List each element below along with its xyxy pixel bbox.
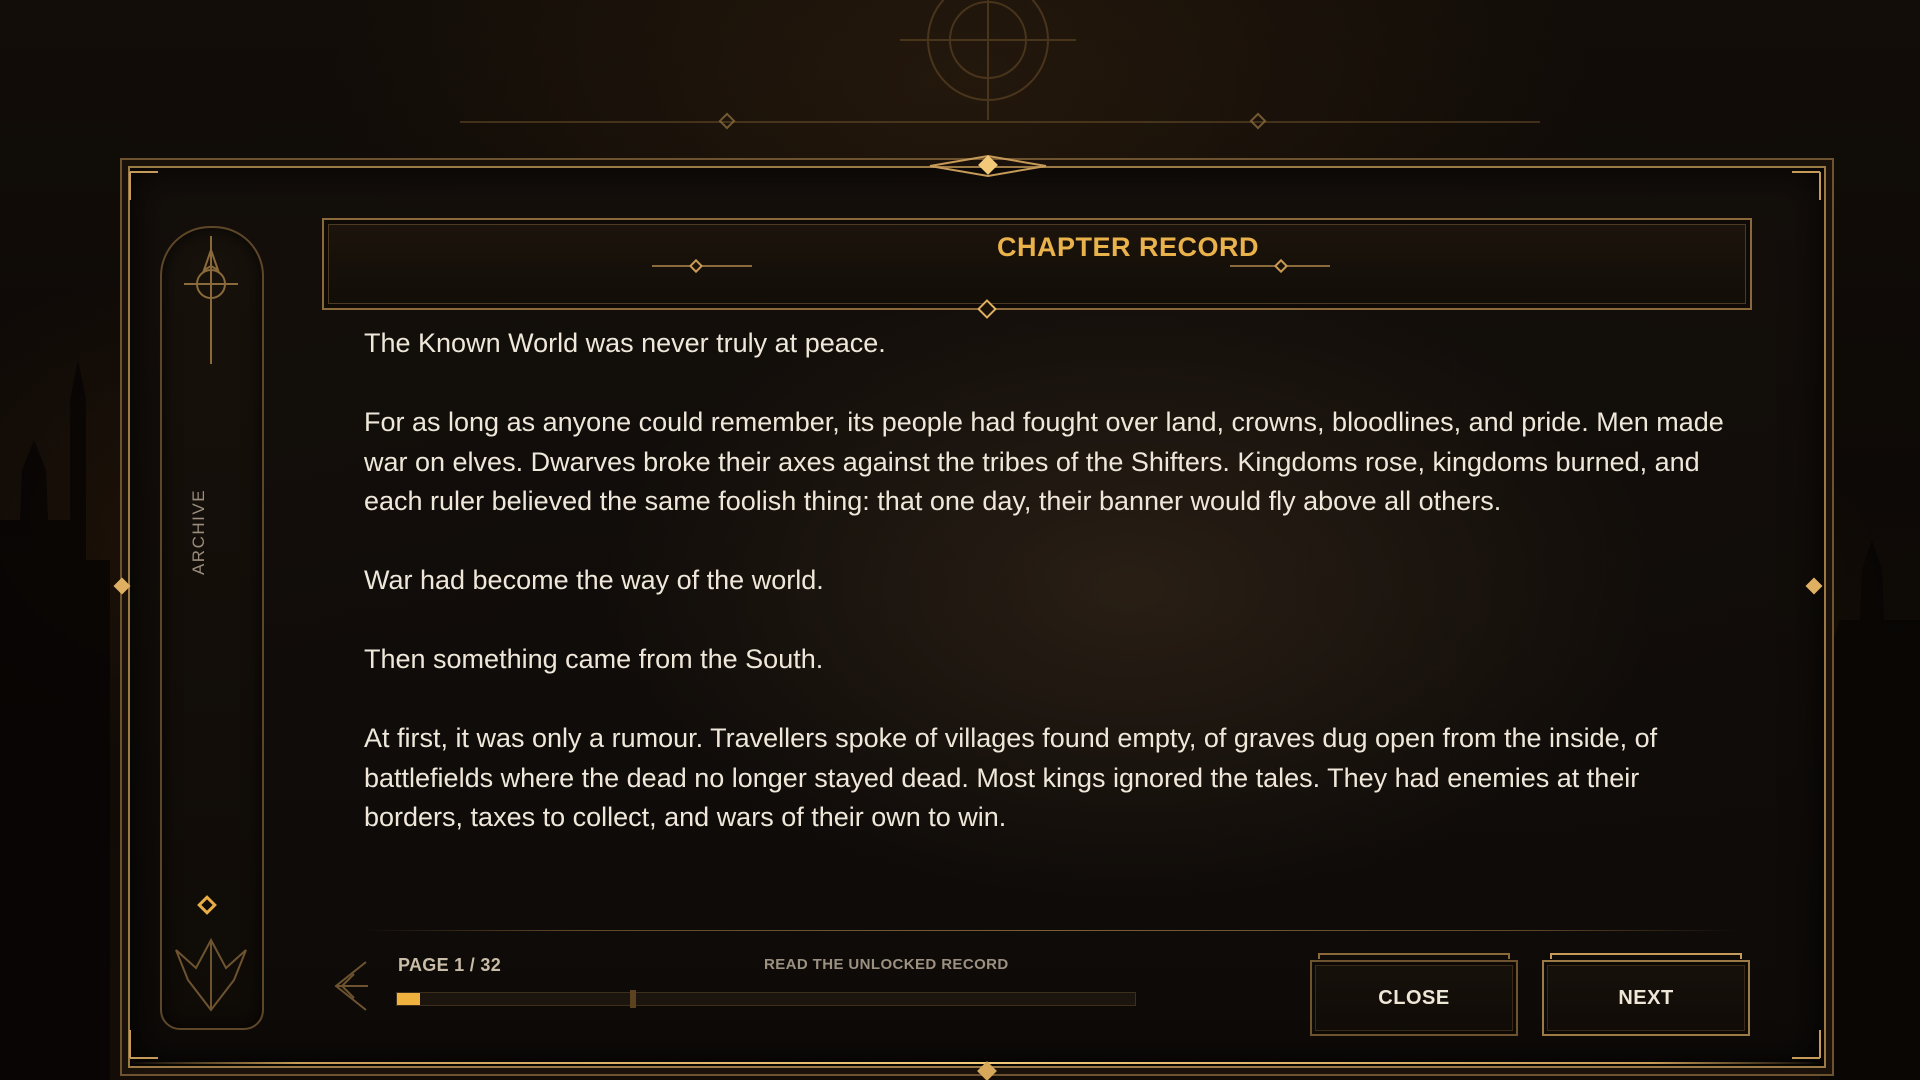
close-button[interactable]: CLOSE [1310, 960, 1518, 1036]
record-paragraph: War had become the way of the world. [364, 565, 824, 595]
footer-divider [360, 930, 1740, 931]
next-button-cap [1550, 953, 1742, 959]
page-indicator: PAGE 1 / 32 [398, 955, 502, 975]
record-paragraph: At first, it was only a rumour. Travelle… [364, 723, 1658, 832]
reading-progress-fill [397, 993, 420, 1005]
record-text: The Known World was never truly at peace… [364, 324, 1734, 877]
record-paragraph: The Known World was never truly at peace… [364, 328, 886, 358]
close-button-cap [1318, 953, 1510, 959]
reading-progress-bar [396, 992, 1136, 1006]
record-hint: READ THE UNLOCKED RECORD [764, 956, 1009, 973]
record-paragraph: Then something came from the South. [364, 644, 824, 674]
compass-cross-icon [184, 236, 238, 364]
archive-label: ARCHIVE [189, 488, 208, 576]
ornate-arrow-icon [334, 961, 368, 1011]
record-paragraph: For as long as anyone could remember, it… [364, 407, 1724, 516]
winged-emblem-icon [175, 937, 247, 1012]
chapter-title: CHAPTER RECORD [996, 232, 1259, 262]
progress-marker [630, 990, 636, 1008]
next-button[interactable]: NEXT [1542, 960, 1750, 1036]
